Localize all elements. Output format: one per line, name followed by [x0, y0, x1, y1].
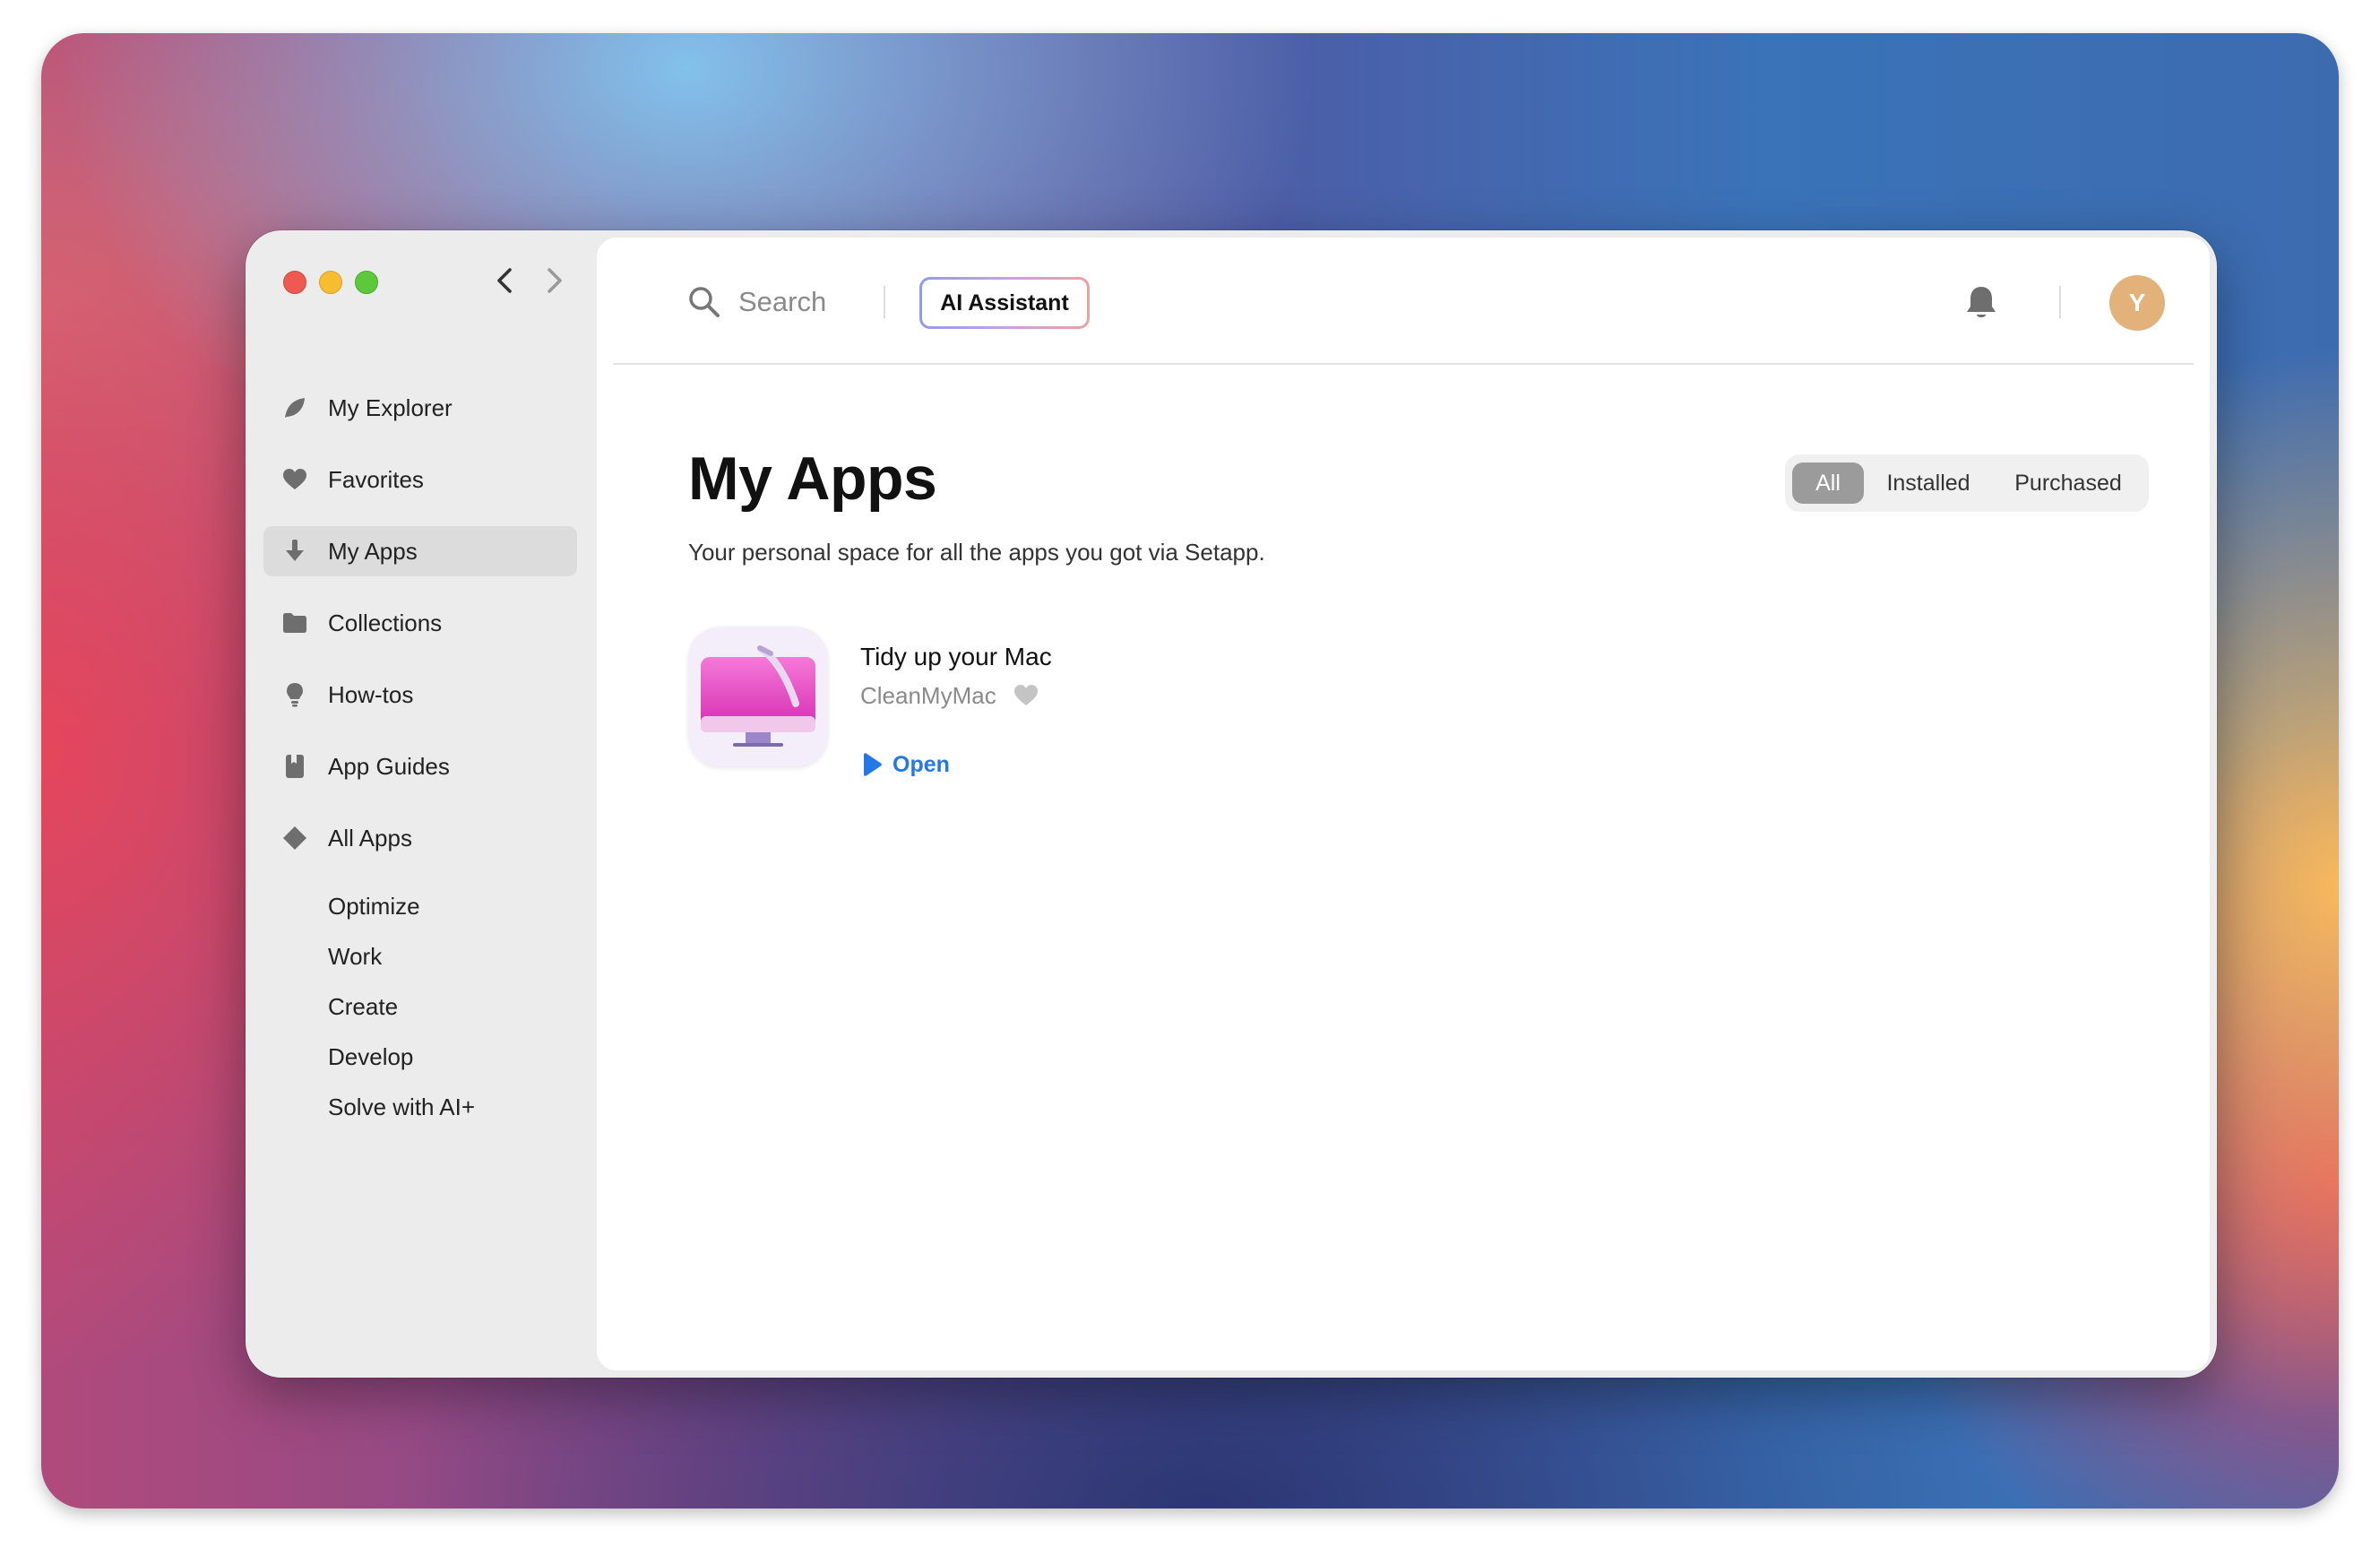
divider — [2059, 286, 2061, 318]
sidebar-item-label: All Apps — [328, 824, 412, 851]
book-icon — [280, 751, 310, 782]
bell-icon[interactable] — [1961, 282, 2002, 324]
sidebar-category-optimize[interactable]: Optimize — [328, 888, 420, 924]
chevron-left-icon — [497, 268, 512, 293]
sidebar-item-label: My Explorer — [328, 393, 453, 421]
search-icon[interactable] — [686, 284, 722, 320]
setapp-window: My Explorer Favorites My Apps Collection… — [246, 230, 2217, 1378]
back-button[interactable] — [487, 263, 523, 298]
filter-installed[interactable]: Installed — [1875, 462, 1982, 504]
cleanmymac-icon — [701, 645, 815, 747]
desktop-wallpaper: My Explorer Favorites My Apps Collection… — [41, 33, 2339, 1508]
sidebar-item-how-tos[interactable]: How-tos — [263, 670, 577, 720]
play-icon — [864, 753, 882, 776]
sidebar: My Explorer Favorites My Apps Collection… — [246, 230, 595, 1378]
cleanmymac-app-icon[interactable] — [688, 627, 828, 766]
sidebar-item-collections[interactable]: Collections — [263, 598, 577, 648]
lightbulb-icon — [280, 679, 310, 710]
folder-icon — [280, 608, 310, 638]
top-bar: Search AI Assistant Y — [597, 238, 2210, 365]
sidebar-category-work[interactable]: Work — [328, 938, 382, 974]
filter-all[interactable]: All — [1792, 462, 1864, 504]
divider — [884, 286, 885, 318]
sidebar-item-my-apps[interactable]: My Apps — [263, 526, 577, 576]
sidebar-item-app-guides[interactable]: App Guides — [263, 741, 577, 791]
sidebar-item-my-explorer[interactable]: My Explorer — [263, 383, 577, 433]
open-app-button[interactable]: Open — [860, 747, 950, 782]
close-window-button[interactable] — [283, 271, 306, 294]
search-input[interactable]: Search — [738, 282, 826, 322]
sidebar-item-label: Favorites — [328, 465, 424, 493]
chevron-right-icon — [548, 268, 562, 293]
sidebar-category-create[interactable]: Create — [328, 989, 398, 1024]
page-subtitle: Your personal space for all the apps you… — [688, 539, 1265, 566]
minimize-window-button[interactable] — [319, 271, 342, 294]
filter-segmented-control: All Installed Purchased — [1785, 454, 2149, 512]
app-name[interactable]: CleanMyMac — [860, 682, 996, 710]
open-app-label: Open — [892, 751, 950, 777]
avatar[interactable]: Y — [2109, 275, 2165, 331]
sidebar-category-develop[interactable]: Develop — [328, 1039, 413, 1075]
sidebar-item-all-apps[interactable]: All Apps — [263, 813, 577, 863]
sidebar-item-label: How-tos — [328, 680, 414, 708]
sidebar-item-label: My Apps — [328, 537, 418, 565]
page-title: My Apps — [688, 445, 937, 513]
sidebar-item-label: Collections — [328, 609, 443, 636]
download-icon — [280, 536, 310, 566]
diamond-icon — [280, 823, 310, 853]
sidebar-category-solve-with-ai[interactable]: Solve with AI+ — [328, 1089, 475, 1125]
favorite-heart-icon[interactable] — [1013, 682, 1039, 709]
top-bar-divider — [613, 363, 2194, 365]
heart-icon — [280, 464, 310, 495]
sidebar-item-label: App Guides — [328, 752, 450, 780]
ai-assistant-label: AI Assistant — [922, 280, 1087, 326]
main-content: Search AI Assistant Y My Apps Your perso… — [597, 238, 2210, 1370]
leaf-icon — [280, 393, 310, 423]
zoom-window-button[interactable] — [355, 271, 378, 294]
forward-button[interactable] — [536, 263, 572, 298]
filter-purchased[interactable]: Purchased — [1996, 462, 2140, 504]
ai-assistant-button[interactable]: AI Assistant — [919, 277, 1090, 329]
sidebar-item-favorites[interactable]: Favorites — [263, 454, 577, 505]
app-tagline: Tidy up your Mac — [860, 643, 1052, 670]
